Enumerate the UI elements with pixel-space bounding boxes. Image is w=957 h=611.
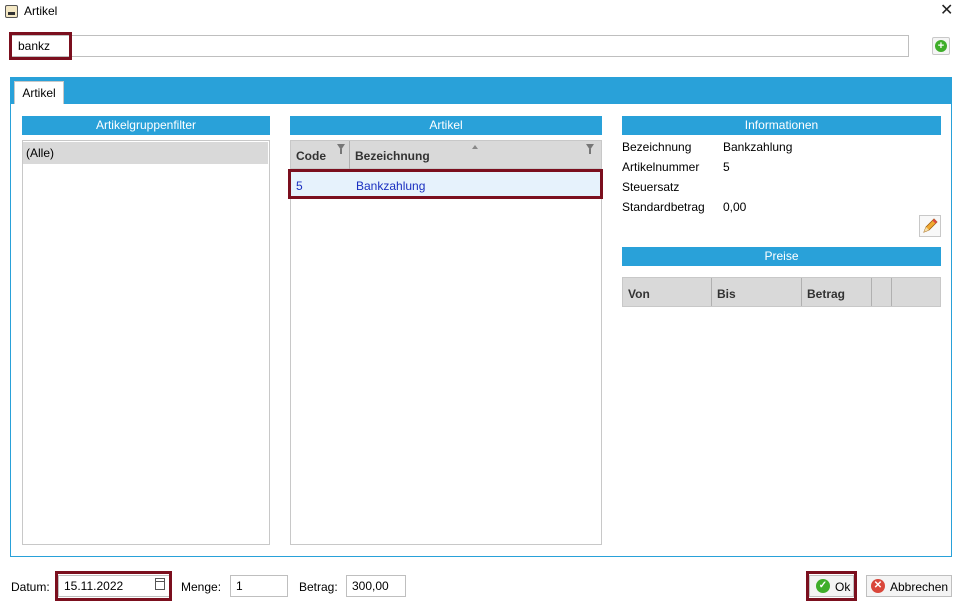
groups-panel-header: Artikelgruppenfilter [22,116,270,135]
column-divider [891,278,892,306]
tab-artikel[interactable]: Artikel [14,81,64,104]
row-name: Bankzahlung [356,179,426,193]
cancel-button-label: Abbrechen [890,580,949,594]
cancel-button[interactable]: ✕ Abbrechen [866,575,952,597]
filter-icon[interactable] [337,144,345,154]
amount-field[interactable] [346,575,406,597]
table-row[interactable] [291,172,600,196]
column-divider [871,278,872,306]
checkmark-icon: ✓ [816,579,830,593]
articles-grid-header: Code Bezeichnung [291,141,601,169]
info-label-steuersatz: Steuersatz [622,180,680,194]
info-value-bezeichnung: Bankzahlung [723,140,793,154]
articles-panel-header: Artikel [290,116,602,135]
close-icon[interactable]: ✕ [940,3,953,19]
edit-button[interactable] [919,215,941,237]
add-article-button[interactable]: + [932,37,950,55]
col-header-bis[interactable]: Bis [712,278,800,306]
info-label-artikelnummer: Artikelnummer [622,160,700,174]
window-title: Artikel [24,4,58,18]
sort-asc-icon [472,145,478,149]
date-label: Datum: [11,580,50,594]
articles-grid: Code Bezeichnung [290,140,602,545]
cancel-icon: ✕ [871,579,885,593]
info-label-standardbetrag: Standardbetrag [622,200,705,214]
info-value-artikelnummer: 5 [723,160,730,174]
group-item-all[interactable]: (Alle) [23,142,268,164]
info-label-bezeichnung: Bezeichnung [622,140,692,154]
row-code: 5 [296,179,303,193]
info-panel-header: Informationen [622,116,941,135]
calendar-icon[interactable] [155,578,165,590]
groups-list [22,140,270,545]
amount-label: Betrag: [299,580,338,594]
quantity-field[interactable] [230,575,288,597]
info-value-standardbetrag: 0,00 [723,200,747,214]
prices-panel-header: Preise [622,247,941,266]
plus-icon: + [935,40,947,52]
app-icon [5,5,18,18]
tab-strip [11,78,951,104]
col-header-von[interactable]: Von [623,278,711,306]
filter-icon[interactable] [586,144,594,154]
prices-grid-header: Von Bis Betrag [622,277,941,307]
ok-button[interactable]: ✓ Ok [809,575,854,597]
ok-button-label: Ok [835,580,851,594]
col-header-betrag[interactable]: Betrag [802,278,872,306]
date-field[interactable] [58,575,170,597]
pencil-icon [923,218,938,233]
search-input[interactable] [11,35,909,57]
qty-label: Menge: [181,580,222,594]
